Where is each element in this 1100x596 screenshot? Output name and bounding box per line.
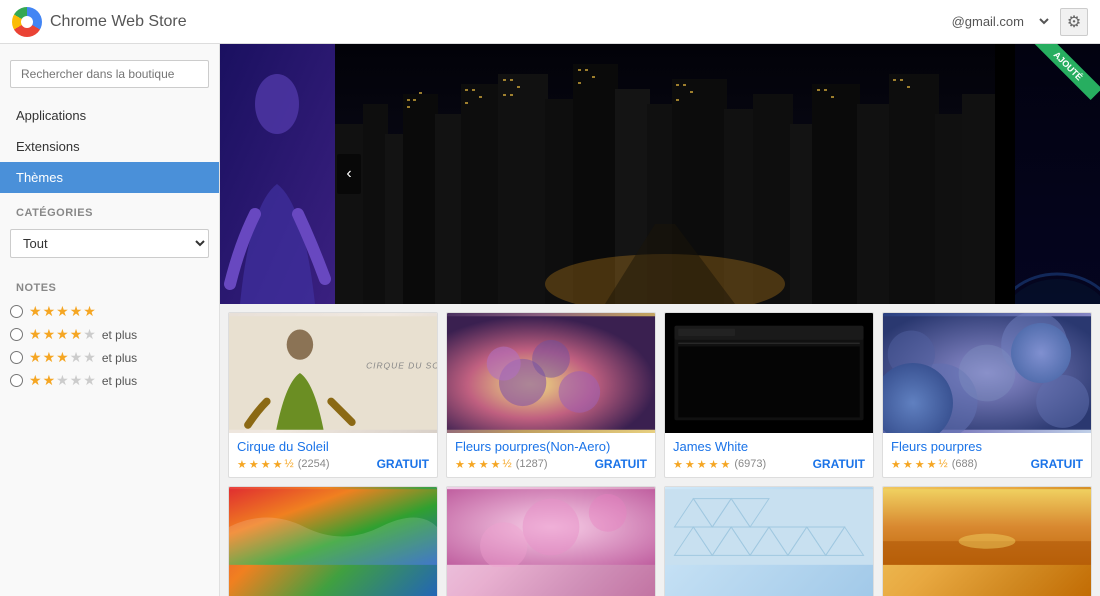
account-area: @gmail.com ⚙ (952, 8, 1088, 36)
theme-thumbnail-pink (447, 487, 655, 596)
rating-3-label: et plus (102, 351, 137, 365)
theme-thumbnail-sunset (883, 487, 1091, 596)
theme-card-cirque[interactable]: CIRQUE DU SOLEIL. Cirque du Soleil ★ ★ ★… (228, 312, 438, 478)
rating-5-radio[interactable] (10, 305, 23, 318)
review-count-james: (6973) (734, 458, 766, 470)
category-dropdown[interactable]: Tout Animé Art & Design Célébrités Natur… (10, 229, 209, 258)
theme-name-cirque: Cirque du Soleil (237, 439, 429, 454)
sidebar-item-themes[interactable]: Thèmes (0, 162, 219, 193)
hero-item-right[interactable]: AJOUTÉ (1015, 44, 1100, 304)
sidebar: Applications Extensions Thèmes CATÉGORIE… (0, 44, 220, 596)
rating-2-radio[interactable] (10, 374, 23, 387)
theme-thumbnail-james (665, 313, 873, 433)
search-box (10, 60, 209, 88)
price-fleurs1: GRATUIT (595, 457, 647, 471)
theme-rating-james: ★ ★ ★ ★ ★ (6973) (673, 458, 766, 471)
hero-carousel: AJOUTÉ ‹ (220, 44, 1100, 304)
ratings-label: NOTES (0, 268, 219, 300)
theme-card-sunset[interactable] (882, 486, 1092, 596)
categories-label: CATÉGORIES (0, 193, 219, 225)
rating-3-radio[interactable] (10, 351, 23, 364)
review-count-fleurs2: (688) (952, 458, 978, 470)
theme-meta-fleurs1: ★ ★ ★ ★ ½ (1287) GRATUIT (455, 457, 647, 471)
theme-card-fleurs1[interactable]: Fleurs pourpres(Non-Aero) ★ ★ ★ ★ ½ (128… (446, 312, 656, 478)
rating-3-stars[interactable]: ★ ★ ★ ★ ★ et plus (0, 346, 219, 369)
rating-2-label: et plus (102, 374, 137, 388)
rating-4-radio[interactable] (10, 328, 23, 341)
price-fleurs2: GRATUIT (1031, 457, 1083, 471)
rating-4-stars[interactable]: ★ ★ ★ ★ ★ et plus (0, 323, 219, 346)
hero-main-image[interactable] (335, 44, 1015, 304)
theme-name-fleurs1: Fleurs pourpres(Non-Aero) (455, 439, 647, 454)
theme-meta-fleurs2: ★ ★ ★ ★ ½ (688) GRATUIT (891, 457, 1083, 471)
theme-thumbnail-pattern (665, 487, 873, 596)
theme-meta-cirque: ★ ★ ★ ★ ½ (2254) GRATUIT (237, 457, 429, 471)
header: Chrome Web Store @gmail.com ⚙ (0, 0, 1100, 44)
review-count-cirque: (2254) (298, 458, 330, 470)
stars-5: ★ ★ ★ ★ ★ (29, 303, 96, 320)
main-content: AJOUTÉ ‹ (220, 44, 1100, 596)
account-dropdown[interactable] (1032, 13, 1052, 30)
stars-4: ★ ★ ★ ★ ★ (29, 326, 96, 343)
body: Applications Extensions Thèmes CATÉGORIE… (0, 44, 1100, 596)
settings-button[interactable]: ⚙ (1060, 8, 1088, 36)
theme-thumbnail-fleurs1 (447, 313, 655, 433)
theme-grid: CIRQUE DU SOLEIL. Cirque du Soleil ★ ★ ★… (220, 304, 1100, 596)
theme-rating-fleurs1: ★ ★ ★ ★ ½ (1287) (455, 458, 547, 471)
stars-2: ★ ★ ★ ★ ★ (29, 372, 96, 389)
theme-card-fleurs2[interactable]: Fleurs pourpres ★ ★ ★ ★ ½ (688) GRATUIT (882, 312, 1092, 478)
theme-info-james: James White ★ ★ ★ ★ ★ (6973) GRATUIT (665, 433, 873, 477)
hero-item-left[interactable] (220, 44, 335, 304)
category-select-wrapper: Tout Animé Art & Design Célébrités Natur… (10, 229, 209, 258)
theme-name-fleurs2: Fleurs pourpres (891, 439, 1083, 454)
rating-2-stars[interactable]: ★ ★ ★ ★ ★ et plus (0, 369, 219, 392)
logo: Chrome Web Store (12, 7, 187, 37)
theme-row-2 (228, 486, 1092, 596)
theme-row-1: CIRQUE DU SOLEIL. Cirque du Soleil ★ ★ ★… (228, 312, 1092, 478)
sidebar-item-extensions[interactable]: Extensions (0, 131, 219, 162)
price-james: GRATUIT (813, 457, 865, 471)
search-input[interactable] (10, 60, 209, 88)
review-count-fleurs1: (1287) (516, 458, 548, 470)
theme-meta-james: ★ ★ ★ ★ ★ (6973) GRATUIT (673, 457, 865, 471)
sidebar-item-applications[interactable]: Applications (0, 100, 219, 131)
theme-card-james[interactable]: James White ★ ★ ★ ★ ★ (6973) GRATUIT (664, 312, 874, 478)
theme-card-pink[interactable] (446, 486, 656, 596)
svg-text:CIRQUE DU SOLEIL.: CIRQUE DU SOLEIL. (366, 360, 437, 370)
theme-rating-fleurs2: ★ ★ ★ ★ ½ (688) (891, 458, 977, 471)
stars-3: ★ ★ ★ ★ ★ (29, 349, 96, 366)
theme-thumbnail-fleurs2 (883, 313, 1091, 433)
price-cirque: GRATUIT (377, 457, 429, 471)
theme-info-fleurs2: Fleurs pourpres ★ ★ ★ ★ ½ (688) GRATUIT (883, 433, 1091, 477)
rating-4-label: et plus (102, 328, 137, 342)
theme-rating-cirque: ★ ★ ★ ★ ½ (2254) (237, 458, 329, 471)
theme-card-colorful[interactable] (228, 486, 438, 596)
app-title: Chrome Web Store (50, 13, 187, 31)
theme-info-cirque: Cirque du Soleil ★ ★ ★ ★ ½ (2254) GRATUI… (229, 433, 437, 477)
theme-info-fleurs1: Fleurs pourpres(Non-Aero) ★ ★ ★ ★ ½ (128… (447, 433, 655, 477)
theme-card-pattern[interactable] (664, 486, 874, 596)
carousel-prev-button[interactable]: ‹ (337, 154, 361, 194)
account-email: @gmail.com (952, 14, 1024, 29)
rating-5-stars[interactable]: ★ ★ ★ ★ ★ (0, 300, 219, 323)
logo-icon (12, 7, 42, 37)
theme-thumbnail-colorful (229, 487, 437, 596)
hero-left-image (220, 44, 335, 304)
theme-thumbnail-cirque: CIRQUE DU SOLEIL. (229, 313, 437, 433)
theme-name-james: James White (673, 439, 865, 454)
